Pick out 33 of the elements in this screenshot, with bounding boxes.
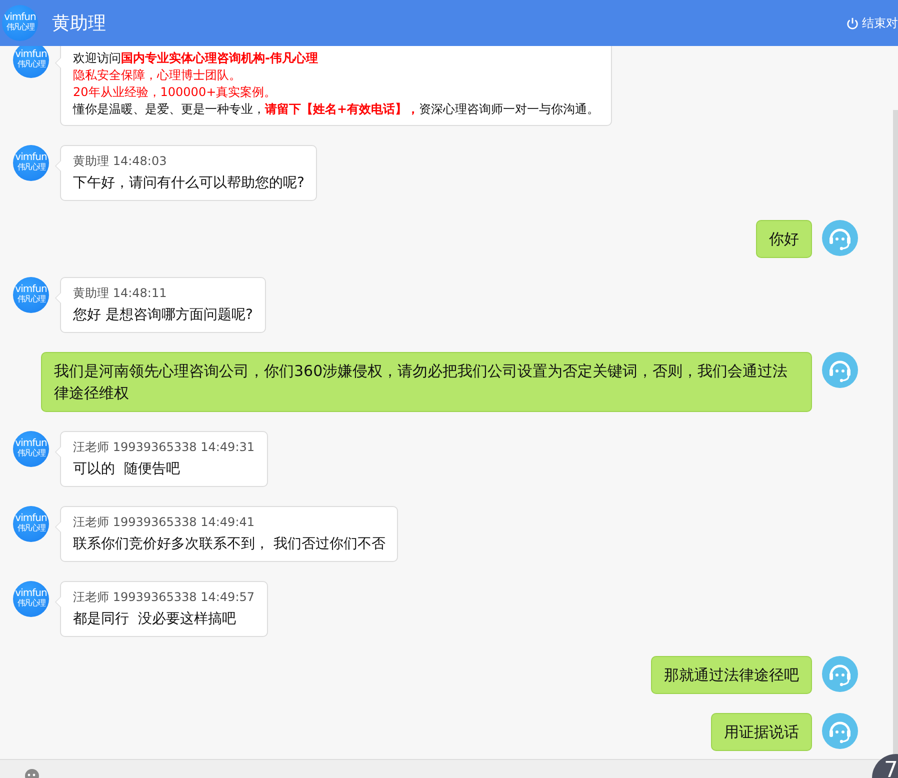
- logo-avatar: vimfun 伟凡心理: [2, 5, 38, 41]
- floating-badge[interactable]: 7: [872, 754, 898, 778]
- message-bubble: 你好: [756, 220, 812, 258]
- message-meta: 汪老师 19939365338 14:49:41: [73, 514, 256, 531]
- message-text: 您好 是想咨询哪方面问题呢?: [73, 306, 253, 325]
- end-chat-button[interactable]: 结束对: [846, 14, 898, 32]
- power-icon: [846, 16, 859, 30]
- headset-avatar-icon: [822, 220, 858, 256]
- message-text: 懂你是温暖、是爱、更是一种专业，请留下【姓名+有效电话】，资深心理咨询师一对一与你沟通。: [73, 101, 600, 118]
- message-meta: 汪老师 19939365338 14:49:31: [73, 439, 255, 456]
- message-text: 都是同行 没必要这样搞吧: [73, 610, 237, 629]
- message-bubble: 用证据说话: [711, 713, 812, 751]
- logo-avatar: vimfun 伟凡心理: [13, 145, 49, 181]
- message-meta: 汪老师 19939365338 14:49:57: [73, 589, 255, 606]
- logo-avatar: vimfun 伟凡心理: [13, 431, 49, 467]
- message-text: 欢迎访问国内专业实体心理咨询机构-伟凡心理: [73, 50, 319, 67]
- message-text: 隐私安全保障，心理博士团队。: [73, 67, 242, 84]
- logo-avatar: vimfun 伟凡心理: [13, 46, 49, 78]
- message-text: 20年从业经验，100000+真实案例。: [73, 84, 278, 101]
- chat-title: 黄助理: [52, 12, 107, 35]
- message-meta: 黄助理 14:48:03: [73, 153, 168, 170]
- message-bubble: 那就通过法律途径吧: [651, 656, 812, 694]
- headset-avatar-icon: [822, 713, 858, 749]
- logo-avatar: vimfun 伟凡心理: [13, 506, 49, 542]
- headset-avatar-icon: [822, 352, 858, 388]
- logo-avatar: vimfun 伟凡心理: [13, 277, 49, 313]
- message-meta: 黄助理 14:48:11: [73, 285, 168, 302]
- headset-avatar-icon: [822, 656, 858, 692]
- message-text: 联系你们竞价好多次联系不到， 我们否过你们不否: [73, 535, 386, 554]
- message-text: 可以的 随便告吧: [73, 460, 181, 479]
- message-text: 下午好，请问有什么可以帮助您的呢?: [73, 174, 304, 193]
- logo-avatar: vimfun 伟凡心理: [13, 581, 49, 617]
- message-bubble: 我们是河南领先心理咨询公司，你们360涉嫌侵权，请勿必把我们公司设置为否定关键词，否则，我们会通过法律途径维权: [41, 352, 812, 412]
